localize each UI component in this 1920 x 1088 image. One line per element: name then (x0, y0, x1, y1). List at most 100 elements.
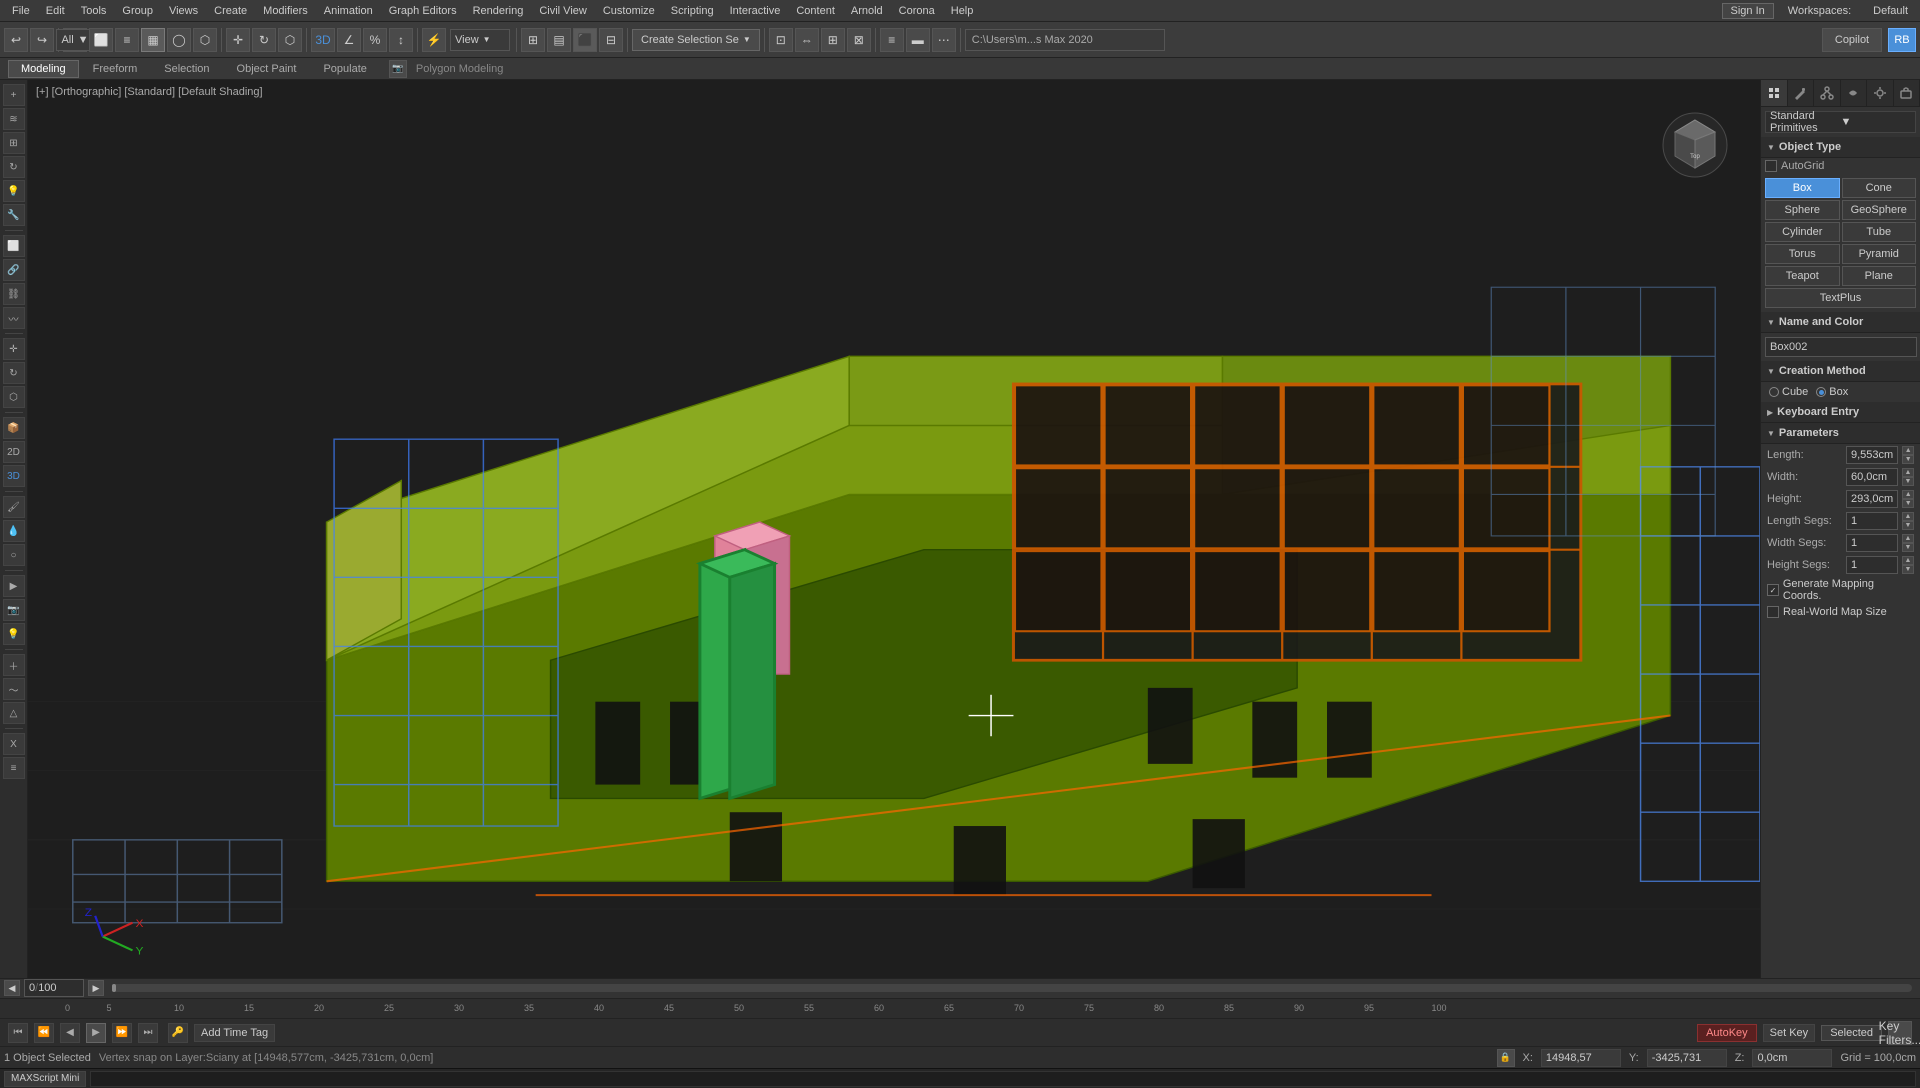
key-filters-button[interactable]: Key Filters... (1888, 1021, 1912, 1045)
lt-unlink-btn[interactable]: ⛓ (3, 283, 25, 305)
viewport-btn2[interactable]: ▤ (547, 28, 571, 52)
set-key-button[interactable]: Set Key (1763, 1024, 1816, 1042)
lt-snap-3d[interactable]: 3D (3, 465, 25, 487)
ot-torus-button[interactable]: Torus (1765, 244, 1840, 264)
lt-isolate[interactable]: ○ (3, 544, 25, 566)
tab-modeling[interactable]: Modeling (8, 60, 79, 78)
sign-in-button[interactable]: Sign In (1722, 3, 1774, 19)
auto-key-button[interactable]: AutoKey (1697, 1024, 1757, 1042)
redo-button[interactable]: ↪ (30, 28, 54, 52)
object-type-section-header[interactable]: ▼ Object Type (1761, 137, 1920, 158)
percent-snap-button[interactable]: % (363, 28, 387, 52)
width-segs-spin-up[interactable]: ▲ (1902, 534, 1914, 543)
lt-shapes[interactable]: △ (3, 702, 25, 724)
ot-pyramid-button[interactable]: Pyramid (1842, 244, 1917, 264)
menu-item-help[interactable]: Help (943, 3, 982, 19)
height-segs-spin-down[interactable]: ▼ (1902, 565, 1914, 574)
create-selection-set-button[interactable]: Create Selection Se ▼ (632, 29, 760, 51)
tab-freeform[interactable]: Freeform (80, 60, 151, 78)
hierarchy-panel-tab[interactable] (1814, 80, 1841, 106)
lt-eyedropper[interactable]: 💧 (3, 520, 25, 542)
width-input[interactable]: 60,0cm (1846, 468, 1898, 486)
ot-sphere-button[interactable]: Sphere (1765, 200, 1840, 220)
width-spin-down[interactable]: ▼ (1902, 477, 1914, 486)
lt-place-obj[interactable]: 📦 (3, 417, 25, 439)
real-world-checkbox[interactable] (1767, 606, 1779, 618)
parameters-section-header[interactable]: ▼ Parameters (1761, 423, 1920, 444)
lt-hierarchy-btn[interactable]: ⊞ (3, 132, 25, 154)
mirror-button[interactable]: ⇔ (795, 28, 819, 52)
height-segs-spin-up[interactable]: ▲ (1902, 556, 1914, 565)
viewport[interactable]: [+] [Orthographic] [Standard] [Default S… (28, 80, 1760, 978)
height-spin-up[interactable]: ▲ (1902, 490, 1914, 499)
menu-item-modifiers[interactable]: Modifiers (255, 3, 316, 19)
height-segs-input[interactable]: 1 (1846, 556, 1898, 574)
ribbon-button[interactable]: ▬ (906, 28, 930, 52)
select-name-button[interactable]: ≡ (115, 28, 139, 52)
length-segs-spin-up[interactable]: ▲ (1902, 512, 1914, 521)
length-spinner[interactable]: ▲ ▼ (1902, 446, 1914, 464)
layer-manager-button[interactable]: ≡ (880, 28, 904, 52)
ot-plane-button[interactable]: Plane (1842, 266, 1917, 286)
menu-item-tools[interactable]: Tools (73, 3, 115, 19)
lt-camera[interactable]: 📷 (3, 599, 25, 621)
height-spin-down[interactable]: ▼ (1902, 499, 1914, 508)
lt-motion-btn[interactable]: ↻ (3, 156, 25, 178)
camera-icon[interactable]: 📷 (389, 60, 407, 78)
lt-select-btn[interactable]: ⬜ (3, 235, 25, 257)
box-radio[interactable]: Box (1816, 386, 1848, 398)
menu-item-rendering[interactable]: Rendering (465, 3, 532, 19)
angle-snap-button[interactable]: ∠ (337, 28, 361, 52)
lt-select-move[interactable]: ✛ (3, 338, 25, 360)
menu-item-interactive[interactable]: Interactive (722, 3, 789, 19)
menu-item-scripting[interactable]: Scripting (663, 3, 722, 19)
timeline-prev-btn[interactable]: ◀ (4, 980, 20, 996)
utilities-panel-tab[interactable] (1894, 80, 1920, 106)
real-world-label[interactable]: Real-World Map Size (1783, 606, 1887, 618)
menu-item-customize[interactable]: Customize (595, 3, 663, 19)
menu-item-edit[interactable]: Edit (38, 3, 73, 19)
gen-mapping-label[interactable]: Generate Mapping Coords. (1783, 578, 1914, 602)
lt-render[interactable]: ▶ (3, 575, 25, 597)
lt-light[interactable]: 💡 (3, 623, 25, 645)
ot-cone-button[interactable]: Cone (1842, 178, 1917, 198)
width-segs-spin-down[interactable]: ▼ (1902, 543, 1914, 552)
fence-select-button[interactable]: ⬡ (193, 28, 217, 52)
lt-create-btn[interactable]: + (3, 84, 25, 106)
more-buttons[interactable]: ⋯ (932, 28, 956, 52)
z-coord-field[interactable]: 0,0cm (1752, 1049, 1832, 1067)
viewport-gizmo[interactable]: Top (1660, 110, 1730, 180)
ot-textplus-button[interactable]: TextPlus (1765, 288, 1916, 308)
autogrid-checkbox-label[interactable]: AutoGrid (1765, 160, 1824, 172)
schematic-view-button[interactable]: ⊠ (847, 28, 871, 52)
snap-toggle-status[interactable]: 🔒 (1497, 1049, 1515, 1067)
menu-item-animation[interactable]: Animation (316, 3, 381, 19)
menu-item-corona[interactable]: Corona (891, 3, 943, 19)
display-panel-tab[interactable] (1867, 80, 1894, 106)
ot-cylinder-button[interactable]: Cylinder (1765, 222, 1840, 242)
cube-radio[interactable]: Cube (1769, 386, 1808, 398)
menu-item-file[interactable]: File (4, 3, 38, 19)
maxscript-input[interactable] (90, 1071, 1916, 1087)
menu-item-views[interactable]: Views (161, 3, 206, 19)
lt-layers-btn[interactable]: ≡ (3, 757, 25, 779)
width-spin-up[interactable]: ▲ (1902, 468, 1914, 477)
rect-select-button[interactable]: ▦ (141, 28, 165, 52)
spinner-snap-button[interactable]: ↕ (389, 28, 413, 52)
tab-object-paint[interactable]: Object Paint (224, 60, 310, 78)
length-segs-input[interactable]: 1 (1846, 512, 1898, 530)
gen-mapping-checkbox[interactable]: ✓ (1767, 584, 1779, 596)
menu-item-group[interactable]: Group (114, 3, 161, 19)
lt-bind-space-warp[interactable]: 〰 (3, 307, 25, 329)
lt-utilities-btn[interactable]: 🔧 (3, 204, 25, 226)
undo-button[interactable]: ↩ (4, 28, 28, 52)
create-panel-tab[interactable] (1761, 80, 1788, 106)
lt-modify-btn[interactable]: ≋ (3, 108, 25, 130)
creation-method-section-header[interactable]: ▼ Creation Method (1761, 361, 1920, 382)
lt-helper[interactable]: ＋ (3, 654, 25, 676)
lt-xref-btn[interactable]: X (3, 733, 25, 755)
circle-select-button[interactable]: ◯ (167, 28, 191, 52)
user-initials-button[interactable]: RB (1888, 28, 1916, 52)
name-color-section-header[interactable]: ▼ Name and Color (1761, 312, 1920, 333)
length-spin-up[interactable]: ▲ (1902, 446, 1914, 455)
